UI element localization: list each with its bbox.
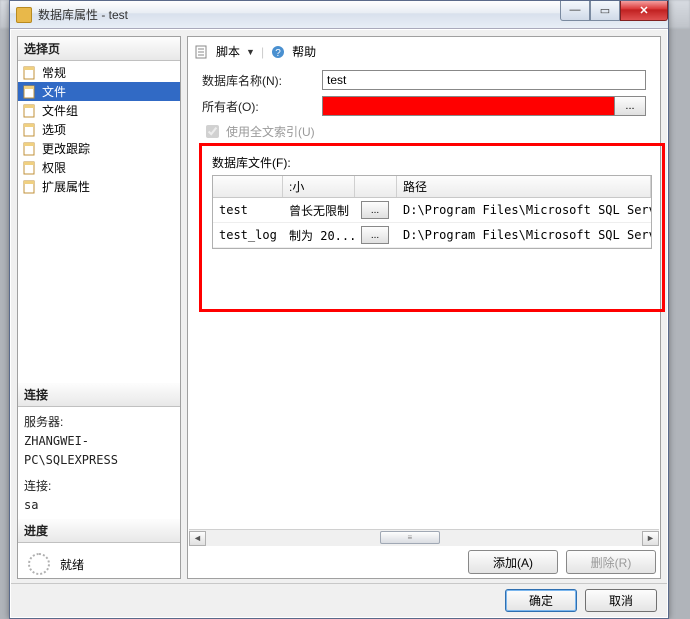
file-path: D:\Program Files\Microsoft SQL Server\MS… bbox=[397, 225, 651, 245]
nav-filegroups[interactable]: 文件组 bbox=[18, 101, 180, 120]
right-pane: 脚本 ▼ | ? 帮助 数据库名称(N): 所有者(O): ... 使 bbox=[187, 36, 661, 579]
nav-list: 常规 文件 文件组 选项 更改跟踪 权限 扩展属性 bbox=[18, 61, 180, 198]
dialog-window: 数据库属性 - test — ▭ ✕ 选择页 常规 文件 文件组 选项 更改跟踪… bbox=[9, 0, 669, 619]
connection-label: 连接: bbox=[24, 477, 174, 496]
db-name-label: 数据库名称(N): bbox=[202, 72, 322, 89]
page-icon bbox=[22, 84, 38, 100]
nav-general[interactable]: 常规 bbox=[18, 63, 180, 82]
left-pane: 选择页 常规 文件 文件组 选项 更改跟踪 权限 扩展属性 连接 服务器: ZH… bbox=[17, 36, 181, 579]
nav-extendedprops[interactable]: 扩展属性 bbox=[18, 177, 180, 196]
script-icon bbox=[194, 44, 210, 60]
titlebar[interactable]: 数据库属性 - test — ▭ ✕ bbox=[10, 1, 668, 29]
horizontal-scrollbar[interactable]: ◄ ≡ ► bbox=[189, 529, 659, 546]
app-icon bbox=[16, 7, 32, 23]
remove-button: 删除(R) bbox=[566, 550, 656, 574]
scroll-left-icon[interactable]: ◄ bbox=[189, 531, 206, 546]
owner-browse-button[interactable]: ... bbox=[614, 96, 646, 116]
script-button[interactable]: 脚本 bbox=[216, 43, 240, 60]
db-name-input[interactable] bbox=[322, 70, 646, 90]
nav-files[interactable]: 文件 bbox=[18, 82, 180, 101]
owner-input-redacted[interactable] bbox=[322, 96, 614, 116]
nav-label: 选项 bbox=[42, 121, 66, 138]
server-label: 服务器: bbox=[24, 413, 174, 432]
page-icon bbox=[22, 65, 38, 81]
progress-header: 进度 bbox=[18, 519, 180, 543]
file-name: test bbox=[213, 200, 283, 220]
row-browse-button[interactable]: ... bbox=[361, 201, 389, 219]
fulltext-label: 使用全文索引(U) bbox=[226, 123, 315, 140]
scroll-thumb[interactable]: ≡ bbox=[380, 531, 440, 544]
nav-changetracking[interactable]: 更改跟踪 bbox=[18, 139, 180, 158]
nav-label: 文件组 bbox=[42, 102, 78, 119]
col-size: :小 bbox=[283, 176, 355, 197]
fulltext-checkbox bbox=[206, 125, 219, 138]
server-value: ZHANGWEI-PC\SQLEXPRESS bbox=[24, 432, 174, 470]
page-icon bbox=[22, 179, 38, 195]
file-path: D:\Program Files\Microsoft SQL Server\MS… bbox=[397, 200, 651, 220]
page-icon bbox=[22, 103, 38, 119]
connection-header: 连接 bbox=[18, 383, 180, 407]
page-icon bbox=[22, 122, 38, 138]
files-grid[interactable]: :小 路径 test 曾长无限制 ... D:\Program Files\Mi… bbox=[212, 175, 652, 249]
maximize-button[interactable]: ▭ bbox=[590, 1, 620, 21]
file-name: test_log bbox=[213, 225, 283, 245]
table-row[interactable]: test 曾长无限制 ... D:\Program Files\Microsof… bbox=[213, 198, 651, 223]
page-icon bbox=[22, 160, 38, 176]
nav-label: 权限 bbox=[42, 159, 66, 176]
nav-label: 常规 bbox=[42, 64, 66, 81]
select-page-header: 选择页 bbox=[18, 37, 180, 61]
col-path: 路径 bbox=[397, 176, 651, 197]
file-growth: 制为 20... bbox=[283, 224, 355, 247]
files-label: 数据库文件(F): bbox=[212, 154, 652, 171]
table-row[interactable]: test_log 制为 20... ... D:\Program Files\M… bbox=[213, 223, 651, 248]
nav-label: 文件 bbox=[42, 83, 66, 100]
grid-header: :小 路径 bbox=[213, 176, 651, 198]
toolbar: 脚本 ▼ | ? 帮助 bbox=[188, 37, 660, 70]
progress-status: 就绪 bbox=[60, 556, 84, 573]
nav-label: 更改跟踪 bbox=[42, 140, 90, 157]
cancel-button[interactable]: 取消 bbox=[585, 589, 657, 612]
close-button[interactable]: ✕ bbox=[620, 1, 668, 21]
progress-spinner-icon bbox=[28, 553, 50, 575]
add-button[interactable]: 添加(A) bbox=[468, 550, 558, 574]
nav-options[interactable]: 选项 bbox=[18, 120, 180, 139]
dropdown-icon[interactable]: ▼ bbox=[246, 47, 255, 57]
help-icon: ? bbox=[270, 44, 286, 60]
svg-text:?: ? bbox=[275, 48, 281, 59]
nav-permissions[interactable]: 权限 bbox=[18, 158, 180, 177]
minimize-button[interactable]: — bbox=[560, 1, 590, 21]
highlight-box: 数据库文件(F): :小 路径 test 曾长无限制 ... D:\Pr bbox=[199, 143, 665, 312]
dialog-footer: 确定 取消 bbox=[11, 583, 667, 617]
scroll-right-icon[interactable]: ► bbox=[642, 531, 659, 546]
page-icon bbox=[22, 141, 38, 157]
row-browse-button[interactable]: ... bbox=[361, 226, 389, 244]
help-button[interactable]: 帮助 bbox=[292, 43, 316, 60]
file-growth: 曾长无限制 bbox=[283, 199, 355, 222]
nav-label: 扩展属性 bbox=[42, 178, 90, 195]
window-title: 数据库属性 - test bbox=[38, 6, 560, 23]
ok-button[interactable]: 确定 bbox=[505, 589, 577, 612]
owner-label: 所有者(O): bbox=[202, 98, 322, 115]
connection-value: sa bbox=[24, 496, 174, 515]
